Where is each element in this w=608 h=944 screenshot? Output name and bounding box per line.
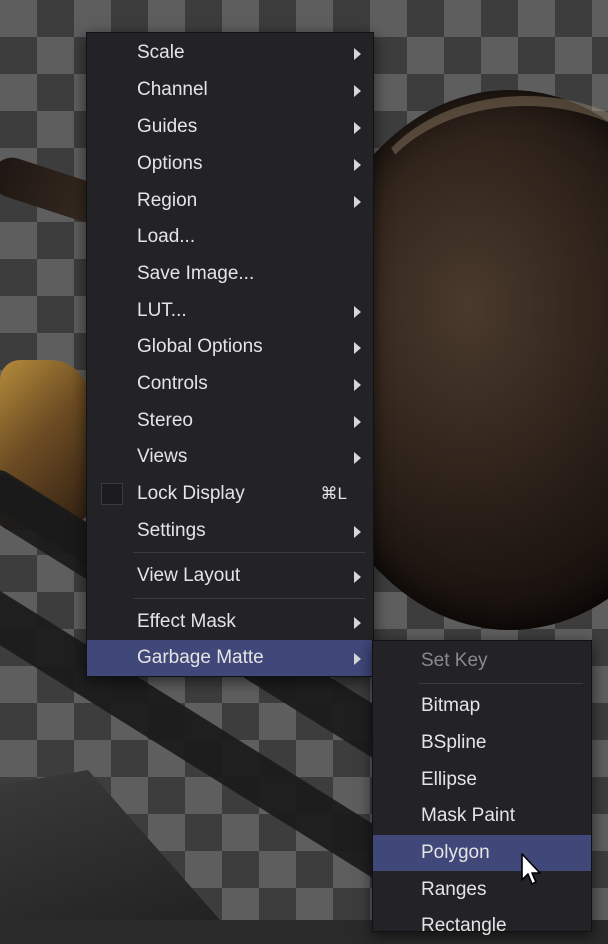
submenu-arrow-icon (354, 85, 361, 97)
submenu-arrow-icon (354, 653, 361, 665)
menu-item-label: Controls (137, 373, 208, 394)
menu-item-label: Guides (137, 116, 198, 137)
menu-item-label: Stereo (137, 410, 193, 431)
menu-item-label: Channel (137, 79, 208, 100)
menu-item-label: Lock Display (137, 483, 245, 504)
menu-item-save-image[interactable]: Save Image... (87, 256, 373, 292)
submenu-item-rectangle[interactable]: Rectangle (373, 908, 591, 944)
menu-separator (133, 552, 365, 553)
menu-item-label: Set Key (421, 650, 488, 671)
menu-item-scale[interactable]: Scale (87, 35, 373, 71)
mouse-pointer-icon (521, 853, 541, 885)
menu-item-label: Scale (137, 42, 185, 63)
submenu-item-ranges[interactable]: Ranges (373, 872, 591, 908)
submenu-arrow-icon (354, 48, 361, 60)
menu-item-controls[interactable]: Controls (87, 366, 373, 402)
garbage-matte-submenu: Set Key Bitmap BSpline Ellipse Mask Pain… (372, 640, 592, 936)
menu-item-label: BSpline (421, 732, 487, 753)
submenu-arrow-icon (354, 379, 361, 391)
submenu-arrow-icon (354, 196, 361, 208)
submenu-arrow-icon (354, 416, 361, 428)
submenu-item-bitmap[interactable]: Bitmap (373, 688, 591, 724)
submenu-item-mask-paint[interactable]: Mask Paint (373, 798, 591, 834)
submenu-item-ellipse[interactable]: Ellipse (373, 762, 591, 798)
submenu-item-polygon[interactable]: Polygon (373, 835, 591, 871)
menu-separator (419, 683, 583, 684)
viewer-context-menu: Scale Channel Guides Options Region Load… (86, 32, 374, 677)
menu-item-label: Mask Paint (421, 805, 515, 826)
menu-item-label: Bitmap (421, 695, 481, 716)
lock-display-checkbox[interactable] (101, 483, 123, 505)
menu-item-view-layout[interactable]: View Layout (87, 558, 373, 594)
menu-item-label: View Layout (137, 565, 241, 586)
menu-item-shortcut: ⌘L (320, 484, 347, 503)
menu-item-label: Ellipse (421, 769, 477, 790)
submenu-arrow-icon (354, 122, 361, 134)
menu-item-options[interactable]: Options (87, 146, 373, 182)
menu-item-load[interactable]: Load... (87, 219, 373, 255)
menu-item-channel[interactable]: Channel (87, 72, 373, 108)
menu-item-label: LUT... (137, 300, 187, 321)
menu-item-label: Settings (137, 520, 206, 541)
submenu-item-bspline[interactable]: BSpline (373, 725, 591, 761)
menu-item-global-options[interactable]: Global Options (87, 329, 373, 365)
menu-item-label: Garbage Matte (137, 647, 264, 668)
submenu-arrow-icon (354, 306, 361, 318)
menu-item-effect-mask[interactable]: Effect Mask (87, 604, 373, 640)
menu-item-stereo[interactable]: Stereo (87, 403, 373, 439)
menu-item-label: Region (137, 190, 198, 211)
menu-item-settings[interactable]: Settings (87, 513, 373, 549)
menu-item-label: Polygon (421, 842, 490, 863)
menu-item-guides[interactable]: Guides (87, 109, 373, 145)
submenu-arrow-icon (354, 342, 361, 354)
menu-item-label: Load... (137, 226, 196, 247)
menu-separator (133, 598, 365, 599)
menu-item-label: Ranges (421, 879, 487, 900)
menu-item-region[interactable]: Region (87, 183, 373, 219)
submenu-arrow-icon (354, 526, 361, 538)
menu-item-label: Save Image... (137, 263, 255, 284)
menu-item-lut[interactable]: LUT... (87, 293, 373, 329)
menu-item-label: Rectangle (421, 915, 507, 936)
submenu-arrow-icon (354, 617, 361, 629)
menu-item-label: Options (137, 153, 203, 174)
submenu-arrow-icon (354, 452, 361, 464)
menu-item-garbage-matte[interactable]: Garbage Matte (87, 640, 373, 676)
submenu-arrow-icon (354, 571, 361, 583)
viewer-image-floor (0, 770, 220, 920)
menu-item-label: Global Options (137, 336, 263, 357)
menu-item-label: Effect Mask (137, 611, 236, 632)
menu-item-views[interactable]: Views (87, 439, 373, 475)
menu-item-lock-display[interactable]: Lock Display ⌘L (87, 476, 373, 512)
menu-item-label: Views (137, 446, 188, 467)
submenu-arrow-icon (354, 159, 361, 171)
submenu-item-set-key: Set Key (373, 643, 591, 679)
